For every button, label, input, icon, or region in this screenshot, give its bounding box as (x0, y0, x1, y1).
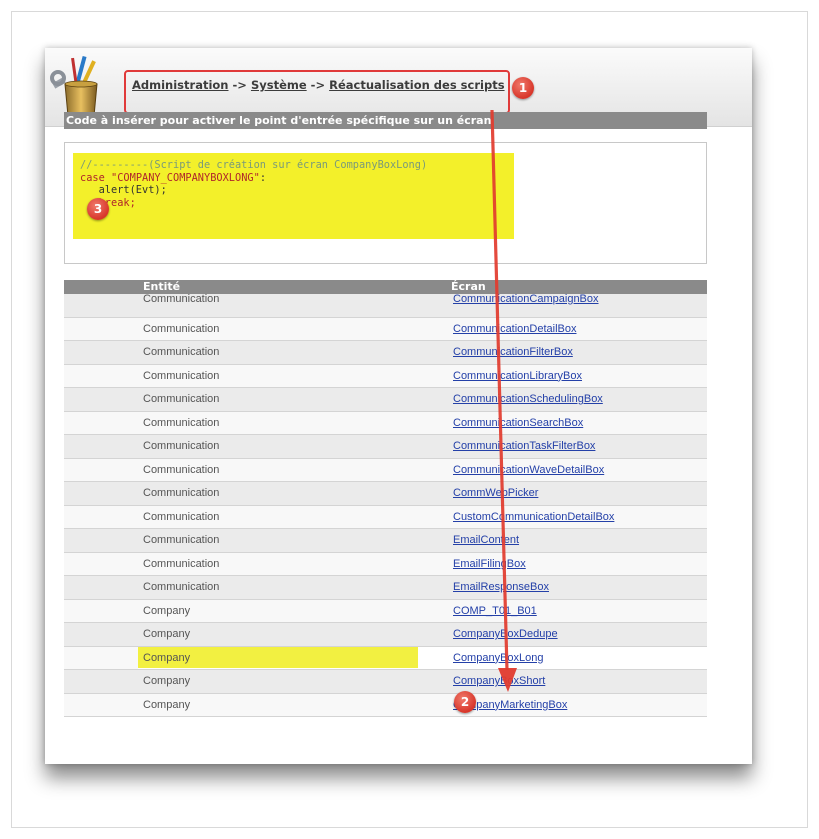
table-header: Entité Écran (64, 280, 707, 294)
section-title: Code à insérer pour activer le point d'e… (64, 112, 707, 129)
cell-entite: Company (143, 604, 191, 617)
table-row[interactable]: Company CompanyBoxLong (64, 646, 707, 670)
cell-entite: Communication (143, 581, 220, 593)
callout-badge-3: 3 (87, 198, 109, 220)
table-row[interactable]: Communication CommWebPicker (64, 482, 707, 506)
table-row[interactable]: Communication CommunicationFilterBox (64, 341, 707, 365)
table-row[interactable]: Communication CustomCommunicationDetailBo… (64, 505, 707, 529)
cell-ecran-link[interactable]: CommWebPicker (453, 487, 538, 499)
table-row[interactable]: Communication CommunicationSearchBox (64, 411, 707, 435)
cell-entite: Communication (143, 369, 220, 382)
table-row[interactable]: Company COMP_T01_B01 (64, 599, 707, 623)
cell-ecran-link[interactable]: CommunicationLibraryBox (453, 370, 582, 382)
cell-entite: Communication (143, 534, 220, 546)
cell-ecran-link[interactable]: EmailResponseBox (453, 581, 549, 593)
breadcrumb-callout-box (124, 70, 510, 114)
cell-entite: Communication (143, 510, 220, 523)
cell-ecran-link[interactable]: CommunicationWaveDetailBox (453, 464, 604, 476)
table-row[interactable]: Communication EmailResponseBox (64, 576, 707, 600)
table-row[interactable]: Communication EmailContent (64, 529, 707, 553)
cell-entite: Company (143, 675, 191, 687)
table-row[interactable]: Company CompanyBoxDedupe (64, 623, 707, 647)
cell-ecran-link[interactable]: CompanyBoxDedupe (453, 628, 558, 640)
table-row[interactable]: Communication CommunicationDetailBox (64, 317, 707, 341)
cell-ecran-link[interactable]: CommunicationSchedulingBox (453, 393, 603, 405)
table-row[interactable]: Communication CommunicationCampaignBox (64, 293, 707, 318)
code-snippet: //---------(Script de création sur écran… (80, 159, 427, 209)
cell-ecran-link[interactable]: CommunicationCampaignBox (453, 293, 599, 305)
cell-entite: Communication (143, 487, 220, 499)
cell-ecran-link[interactable]: CommunicationFilterBox (453, 346, 573, 358)
cell-entite: Communication (143, 293, 220, 305)
cell-ecran-link[interactable]: CommunicationSearchBox (453, 417, 583, 429)
cell-entite: Communication (143, 416, 220, 429)
cell-ecran-link[interactable]: EmailContent (453, 534, 519, 546)
code-case-keyword: case (80, 171, 105, 184)
cell-ecran-link[interactable]: COMP_T01_B01 (453, 605, 537, 617)
code-case-value: "COMPANY_COMPANYBOXLONG" (111, 171, 260, 184)
cell-entite: Company (143, 628, 191, 640)
cell-entite: Communication (143, 393, 220, 405)
cell-ecran-link[interactable]: CompanyBoxShort (453, 675, 545, 687)
cell-ecran-link[interactable]: CommunicationTaskFilterBox (453, 440, 595, 452)
screens-table: Communication CommunicationCampaignBox Co… (64, 293, 707, 717)
column-header-ecran: Écran (451, 280, 486, 293)
code-alert-line: alert(Evt); (80, 184, 167, 196)
table-row[interactable]: Communication CommunicationSchedulingBox (64, 388, 707, 412)
table-row[interactable]: Company CompanyBoxShort (64, 670, 707, 694)
table-row[interactable]: Communication EmailFilingBox (64, 552, 707, 576)
column-header-entite: Entité (143, 280, 181, 293)
cell-entite: Company (143, 651, 191, 664)
cell-ecran-link[interactable]: CompanyBoxLong (453, 652, 544, 664)
cell-entite: Communication (143, 346, 220, 358)
table-row[interactable]: Communication CommunicationLibraryBox (64, 364, 707, 388)
cell-ecran-link[interactable]: CommunicationDetailBox (453, 323, 577, 335)
cell-entite: Communication (143, 463, 220, 476)
callout-badge-2: 2 (454, 691, 476, 713)
tools-cup-icon (50, 55, 98, 117)
cell-entite: Communication (143, 322, 220, 335)
cell-entite: Communication (143, 440, 220, 452)
table-row[interactable]: Communication CommunicationTaskFilterBox (64, 435, 707, 459)
cell-ecran-link[interactable]: EmailFilingBox (453, 558, 526, 570)
callout-badge-1: 1 (512, 77, 534, 99)
table-row[interactable]: Communication CommunicationWaveDetailBox (64, 458, 707, 482)
cell-entite: Communication (143, 557, 220, 570)
table-row[interactable]: Company CompanyMarketingBox (64, 693, 707, 717)
code-comment: //---------(Script de création sur écran… (80, 159, 428, 171)
cell-entite: Company (143, 698, 191, 711)
code-case-colon: : (259, 171, 267, 184)
cell-ecran-link[interactable]: CustomCommunicationDetailBox (453, 511, 614, 523)
